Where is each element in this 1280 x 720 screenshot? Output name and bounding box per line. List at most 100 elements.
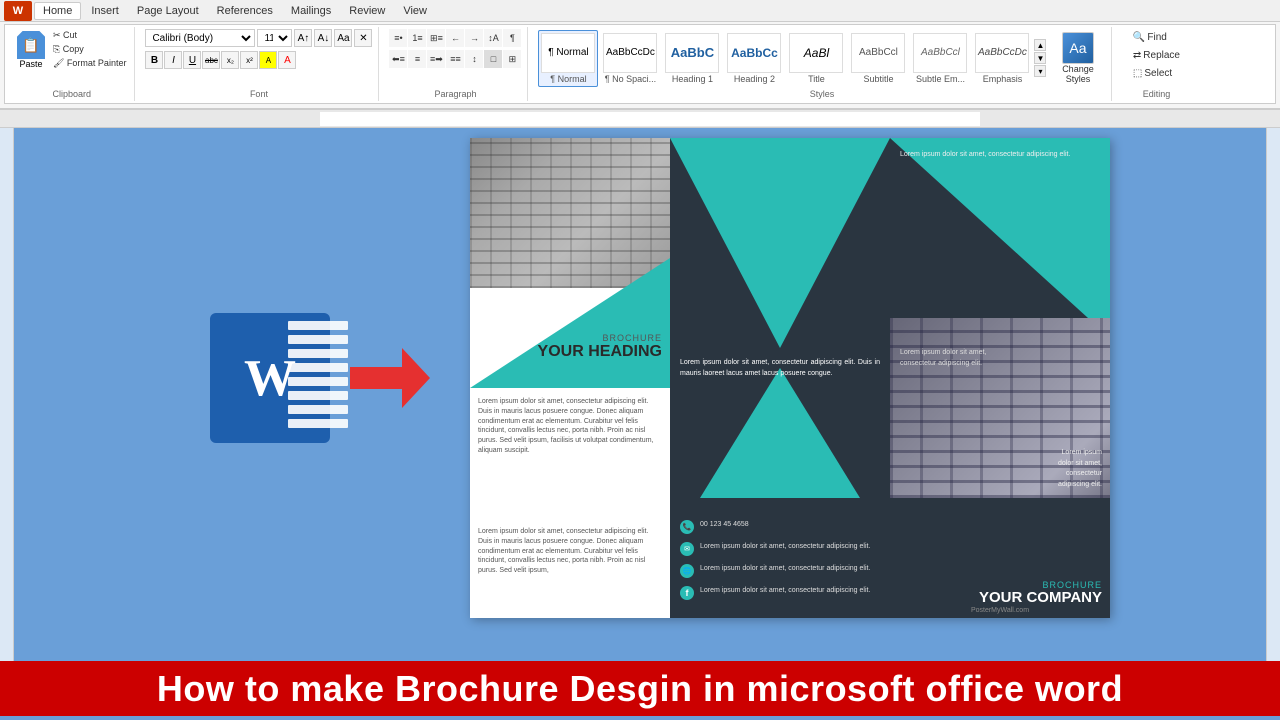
replace-icon: ⇄	[1133, 50, 1141, 61]
underline-button[interactable]: U	[183, 51, 201, 69]
indent-increase-button[interactable]: →	[465, 29, 483, 47]
right-top-teal	[890, 138, 1110, 338]
align-right-button[interactable]: ≡➡	[427, 50, 445, 68]
styles-scroll-up[interactable]: ▲	[1034, 39, 1046, 51]
cut-button[interactable]: ✂ Cut	[51, 29, 128, 42]
style-subtitle-preview: AaBbCcl	[851, 33, 905, 73]
word-line-3	[288, 349, 348, 358]
multilevel-button[interactable]: ⊞≡	[427, 29, 445, 47]
right-heading-large: YOUR COMPANY	[979, 590, 1102, 607]
clear-format-button[interactable]: ✕	[354, 29, 372, 47]
styles-scroll: ▲ ▼ ▾	[1034, 39, 1048, 77]
paragraph-group-label: Paragraph	[434, 87, 476, 99]
style-emphasis-preview: AaBbCcDc	[975, 33, 1029, 73]
clipboard-content: 📋 Paste ✂ Cut ⎘ Copy 🖌 Format Painter	[15, 29, 128, 87]
subscript-button[interactable]: x₂	[221, 51, 239, 69]
menu-review[interactable]: Review	[341, 3, 393, 19]
find-button[interactable]: 🔍 Find	[1128, 29, 1185, 46]
justify-button[interactable]: ≡≡	[446, 50, 464, 68]
font-family-select[interactable]: Calibri (Body)	[145, 29, 255, 47]
bottom-title: How to make Brochure Desgin in microsoft…	[157, 668, 1123, 710]
menu-insert[interactable]: Insert	[83, 3, 127, 19]
highlight-button[interactable]: A	[259, 51, 277, 69]
bold-button[interactable]: B	[145, 51, 163, 69]
sort-button[interactable]: ↕A	[484, 29, 502, 47]
watermark: PosterMyWall.com	[971, 607, 1029, 614]
contact-social: f Lorem ipsum dolor sit amet, consectetu…	[680, 586, 880, 600]
brochure-document: BROCHURE YOUR HEADING Lorem ipsum dolor …	[470, 138, 1110, 618]
copy-label: ⎘ Copy	[53, 44, 84, 55]
style-heading1[interactable]: AaBbC Heading 1	[662, 30, 722, 87]
change-styles-button[interactable]: Aa ChangeStyles	[1050, 30, 1105, 86]
style-normal-label: ¶ Normal	[550, 74, 586, 84]
select-button[interactable]: ⬚ Select	[1128, 65, 1185, 82]
brochure-heading-large: YOUR HEADING	[470, 343, 662, 361]
format-painter-button[interactable]: 🖌 Format Painter	[51, 57, 128, 70]
numbering-button[interactable]: 1≡	[408, 29, 426, 47]
style-no-spacing[interactable]: AaBbCcDc ¶ No Spaci...	[600, 30, 660, 87]
style-emphasis[interactable]: AaBbCcDc Emphasis	[972, 30, 1032, 87]
style-no-spacing-label: ¶ No Spaci...	[605, 74, 656, 84]
format-painter-label: 🖌 Format Painter	[53, 58, 126, 69]
align-left-button[interactable]: ⬅≡	[389, 50, 407, 68]
superscript-button[interactable]: x²	[240, 51, 258, 69]
vertical-scrollbar[interactable]	[1266, 128, 1280, 661]
phone-icon: 📞	[680, 520, 694, 534]
cut-label: ✂ Cut	[53, 30, 77, 41]
paste-label: Paste	[19, 59, 42, 69]
style-subtle-emphasis-label: Subtle Em...	[916, 74, 965, 84]
menu-page-layout[interactable]: Page Layout	[129, 3, 207, 19]
styles-scroll-down[interactable]: ▼	[1034, 52, 1046, 64]
shading-button[interactable]: □	[484, 50, 502, 68]
font-row-1: Calibri (Body) 11 A↑ A↓ Aa ✕	[145, 29, 372, 47]
style-subtle-emphasis-preview: AaBbCcl	[913, 33, 967, 73]
style-title-label: Title	[808, 74, 825, 84]
style-title[interactable]: AaBl Title	[786, 30, 846, 87]
shrink-font-button[interactable]: A↓	[314, 29, 332, 47]
grow-font-button[interactable]: A↑	[294, 29, 312, 47]
word-icon-container: W	[210, 313, 330, 443]
middle-teal-bottom-tri	[700, 368, 860, 498]
font-row-2: B I U abc x₂ x² A A	[145, 51, 372, 69]
styles-scroll-expand[interactable]: ▾	[1034, 65, 1046, 77]
menu-references[interactable]: References	[209, 3, 281, 19]
line-spacing-button[interactable]: ↕	[465, 50, 483, 68]
select-label: Select	[1144, 68, 1172, 79]
show-marks-button[interactable]: ¶	[503, 29, 521, 47]
change-styles-label: ChangeStyles	[1062, 64, 1094, 84]
contact-email-text: Lorem ipsum dolor sit amet, consectetur …	[700, 542, 870, 552]
style-subtitle[interactable]: AaBbCcl Subtitle	[848, 30, 908, 87]
word-lines	[288, 321, 348, 428]
find-replace: 🔍 Find ⇄ Replace ⬚ Select	[1128, 29, 1185, 82]
brochure-left-heading: BROCHURE YOUR HEADING	[470, 333, 662, 361]
indent-decrease-button[interactable]: ←	[446, 29, 464, 47]
copy-button[interactable]: ⎘ Copy	[51, 43, 128, 56]
italic-button[interactable]: I	[164, 51, 182, 69]
font-group-label: Font	[250, 87, 268, 99]
menu-bar-left: W Home Insert Page Layout References Mai…	[4, 1, 435, 21]
word-line-6	[288, 391, 348, 400]
center-button[interactable]: ≡	[408, 50, 426, 68]
borders-button[interactable]: ⊞	[503, 50, 521, 68]
right-arrow	[350, 348, 430, 408]
style-no-spacing-preview: AaBbCcDc	[603, 33, 657, 73]
style-heading2[interactable]: AaBbCc Heading 2	[724, 30, 784, 87]
left-sidebar	[0, 128, 14, 661]
strikethrough-button[interactable]: abc	[202, 51, 220, 69]
brochure-left-body2: Lorem ipsum dolor sit amet, consectetur …	[470, 523, 670, 580]
change-case-button[interactable]: Aa	[334, 29, 352, 47]
style-normal[interactable]: ¶ Normal ¶ Normal	[538, 30, 598, 87]
menu-bar: W Home Insert Page Layout References Mai…	[0, 0, 1280, 22]
menu-home[interactable]: Home	[34, 2, 81, 20]
menu-mailings[interactable]: Mailings	[283, 3, 339, 19]
office-button[interactable]: W	[4, 1, 32, 21]
replace-button[interactable]: ⇄ Replace	[1128, 47, 1185, 64]
bullets-button[interactable]: ≡•	[389, 29, 407, 47]
style-normal-preview: ¶ Normal	[541, 33, 595, 73]
style-subtle-emphasis[interactable]: AaBbCcl Subtle Em...	[910, 30, 970, 87]
font-size-select[interactable]: 11	[257, 29, 292, 47]
paste-button[interactable]: 📋 Paste	[15, 29, 47, 71]
font-color-button[interactable]: A	[278, 51, 296, 69]
contact-social-text: Lorem ipsum dolor sit amet, consectetur …	[700, 586, 870, 596]
menu-view[interactable]: View	[395, 3, 435, 19]
